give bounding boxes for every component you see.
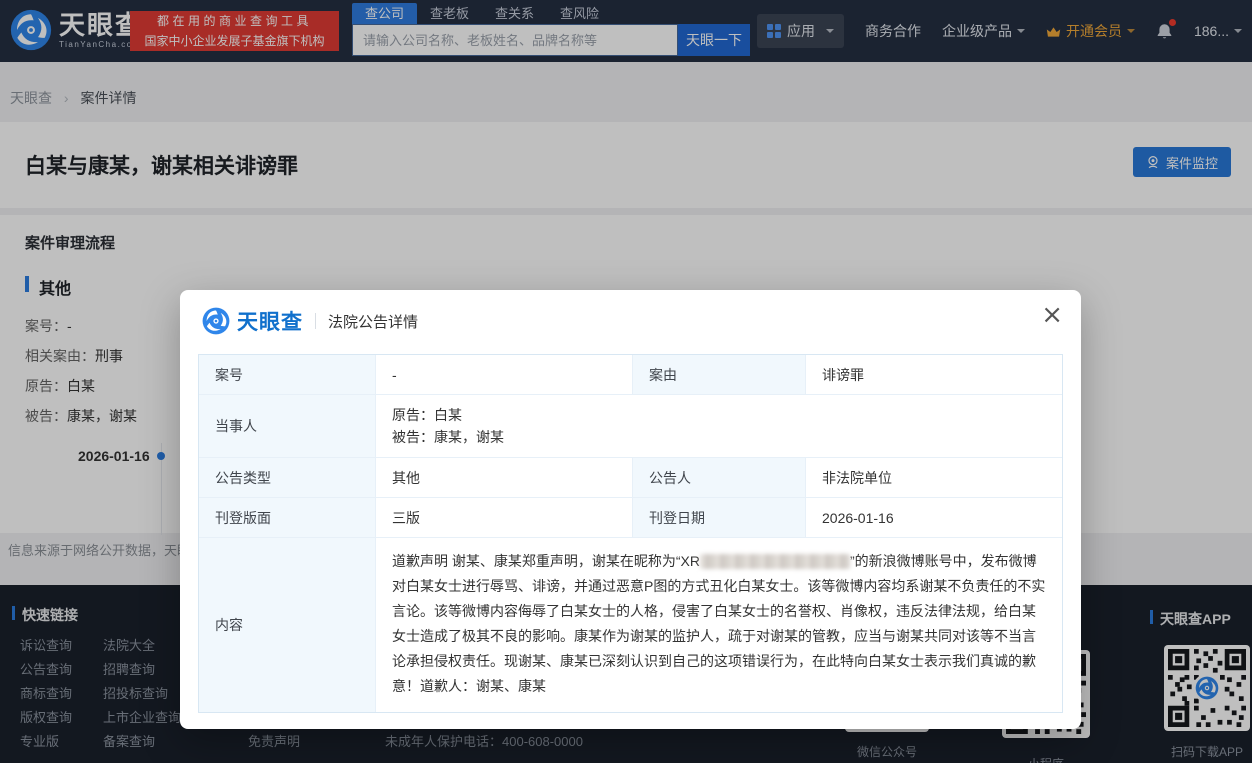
cell-publish-date-label: 刊登日期 — [632, 498, 805, 538]
cell-announcer-value: 非法院单位 — [805, 458, 1062, 498]
app-root: 天眼查 TianYanCha.com 都在用的商业查询工具 国家中小企业发展子基… — [0, 0, 1252, 763]
close-icon[interactable]: × — [1041, 302, 1063, 328]
court-announcement-modal: 天眼查 法院公告详情 × 案号 - 案由 诽谤罪 当事人 原告：白某 被告：康某… — [180, 290, 1081, 729]
cell-content-value: 道歉声明 谢某、康某郑重声明，谢某在昵称为“XR”的新浪微博账号中，发布微博对白… — [375, 538, 1062, 712]
content-text-before: 道歉声明 谢某、康某郑重声明，谢某在昵称为“XR — [392, 553, 700, 569]
cell-announcer-label: 公告人 — [632, 458, 805, 498]
cell-notice-type-label: 公告类型 — [199, 458, 375, 498]
party-plaintiff: 原告：白某 — [392, 404, 462, 426]
redacted-text-block — [700, 554, 850, 569]
cell-cause-value: 诽谤罪 — [805, 355, 1062, 395]
modal-header: 天眼查 法院公告详情 × — [180, 290, 1081, 352]
party-defendant: 被告：康某，谢某 — [392, 426, 504, 448]
cell-page-value: 三版 — [375, 498, 632, 538]
cell-case-no-value: - — [375, 355, 632, 395]
cell-notice-type-value: 其他 — [375, 458, 632, 498]
tianyancha-swirl-icon — [202, 307, 230, 335]
cell-party-value: 原告：白某 被告：康某，谢某 — [375, 395, 1062, 458]
modal-title: 法院公告详情 — [328, 311, 418, 332]
modal-brand: 天眼查 — [237, 306, 303, 336]
divider — [315, 313, 316, 329]
cell-party-label: 当事人 — [199, 395, 375, 458]
cell-publish-date-value: 2026-01-16 — [805, 498, 1062, 538]
cell-cause-label: 案由 — [632, 355, 805, 395]
content-text-after: ”的新浪微博账号中，发布微博对白某女士进行辱骂、诽谤，并通过恶意P图的方式丑化白… — [392, 553, 1045, 694]
cell-content-label: 内容 — [199, 538, 375, 712]
cell-case-no-label: 案号 — [199, 355, 375, 395]
cell-page-label: 刊登版面 — [199, 498, 375, 538]
announcement-table: 案号 - 案由 诽谤罪 当事人 原告：白某 被告：康某，谢某 公告类型 其他 公… — [198, 354, 1063, 713]
